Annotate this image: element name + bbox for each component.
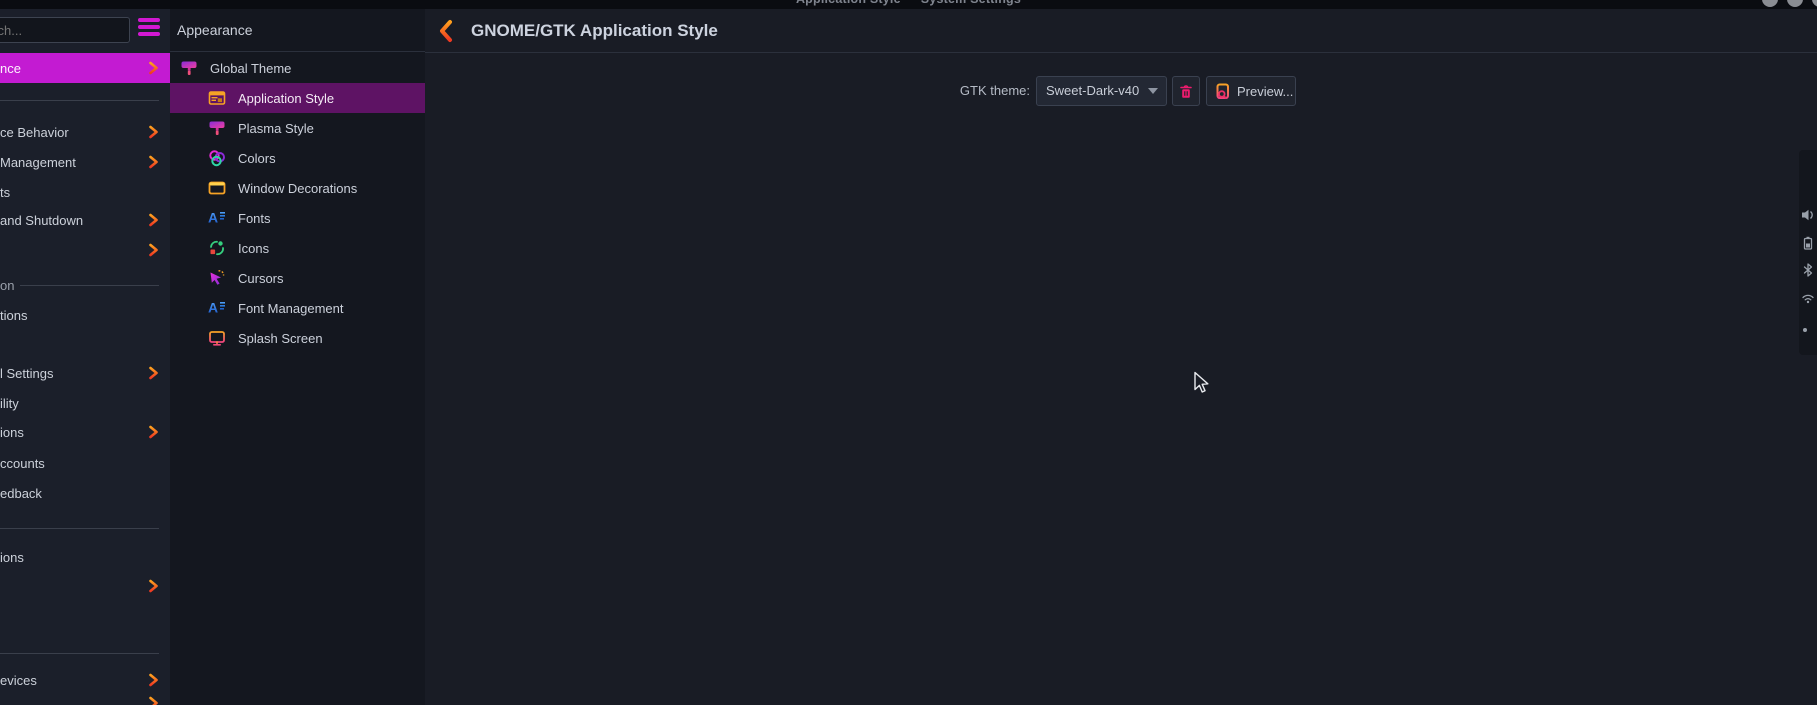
sidebar-item[interactable]: and Shutdown <box>0 206 170 234</box>
sidebar-item[interactable] <box>0 689 170 705</box>
chevron-right-icon <box>149 61 158 75</box>
sidebar-item[interactable]: tions <box>0 301 170 329</box>
sidebar-divider <box>0 653 159 654</box>
chevron-right-icon <box>149 243 158 257</box>
gtk-theme-label: GTK theme: <box>959 83 1030 98</box>
sidebar-item[interactable]: ility <box>0 389 170 417</box>
sidebar-item[interactable]: edback <box>0 479 170 507</box>
titlebar: Application Style — System Settings <box>0 0 1817 9</box>
battery-icon[interactable] <box>1801 236 1815 250</box>
preview-button-label: Preview... <box>1237 83 1294 99</box>
dropdown-caret-icon <box>1148 88 1158 94</box>
icon-theme-icon <box>210 240 224 256</box>
sidebar-item[interactable]: ce Behavior <box>0 118 170 146</box>
chevron-right-icon <box>149 366 158 380</box>
submenu-item-splash-screen[interactable]: Splash Screen <box>170 323 425 353</box>
gtk-theme-dropdown[interactable]: Sweet-Dark-v40 <box>1036 76 1167 106</box>
submenu-item-plasma-style[interactable]: Plasma Style <box>170 113 425 143</box>
gtk-theme-value: Sweet-Dark-v40 <box>1046 83 1140 98</box>
delete-theme-button[interactable] <box>1172 76 1200 106</box>
sidebar-section-header <box>0 90 170 110</box>
bluetooth-icon[interactable] <box>1801 263 1815 277</box>
sidebar-item[interactable]: ions <box>0 418 170 446</box>
sidebar-item[interactable]: ccounts <box>0 449 170 477</box>
chevron-right-icon <box>149 673 158 687</box>
app-window-icon <box>208 91 226 105</box>
chevron-right-icon <box>149 155 158 169</box>
svg-text:A: A <box>208 210 218 226</box>
main-header: GNOME/GTK Application Style <box>425 9 1817 53</box>
splash-screen-icon <box>209 331 225 346</box>
sidebar-item-appearance[interactable]: nce <box>0 53 170 83</box>
paint-roller-icon <box>181 61 197 75</box>
main-content: GNOME/GTK Application Style GTK theme: S… <box>425 9 1817 705</box>
volume-icon[interactable] <box>1801 208 1815 222</box>
chevron-right-icon <box>149 213 158 227</box>
preview-icon <box>1216 83 1229 99</box>
sidebar-item[interactable] <box>0 572 170 600</box>
appearance-submenu: Appearance Global Theme Application Styl… <box>170 9 426 705</box>
svg-text:A: A <box>208 300 218 316</box>
submenu-item-window-decorations[interactable]: Window Decorations <box>170 173 425 203</box>
colors-icon <box>209 150 225 167</box>
system-tray-panel <box>1799 150 1817 355</box>
chevron-right-icon <box>149 696 158 705</box>
submenu-item-global-theme[interactable]: Global Theme <box>170 53 425 83</box>
submenu-item-icons[interactable]: Icons <box>170 233 425 263</box>
sidebar-item[interactable]: l Settings <box>0 359 170 387</box>
font-management-icon: A <box>208 300 225 316</box>
sidebar-item[interactable]: Management <box>0 148 170 176</box>
cursors-icon <box>210 270 225 285</box>
back-icon <box>440 20 452 42</box>
sidebar-divider <box>0 528 159 529</box>
submenu-item-fonts[interactable]: A Fonts <box>170 203 425 233</box>
sidebar-item[interactable]: ions <box>0 543 170 571</box>
window-title: Application Style — System Settings <box>0 0 1817 8</box>
search-input[interactable] <box>0 17 130 43</box>
window-decorations-icon <box>208 181 226 195</box>
submenu-item-font-management[interactable]: A Font Management <box>170 293 425 323</box>
submenu-item-colors[interactable]: Colors <box>170 143 425 173</box>
page-title: GNOME/GTK Application Style <box>471 21 718 40</box>
wifi-icon[interactable] <box>1801 290 1815 304</box>
submenu-header: Appearance <box>170 9 425 52</box>
preview-button[interactable]: Preview... <box>1206 76 1296 106</box>
submenu-item-application-style[interactable]: Application Style <box>170 83 425 113</box>
trash-icon <box>1180 84 1192 98</box>
submenu-item-cursors[interactable]: Cursors <box>170 263 425 293</box>
sidebar-section-header: on <box>0 275 170 295</box>
chevron-right-icon <box>149 125 158 139</box>
sidebar-item[interactable]: ts <box>0 178 170 206</box>
panel-hide-dot[interactable] <box>1801 326 1809 334</box>
back-button[interactable] <box>435 19 457 43</box>
hamburger-menu-button[interactable] <box>138 18 160 38</box>
hamburger-icon <box>138 18 160 22</box>
fonts-icon: A <box>208 210 225 226</box>
paint-roller-icon <box>209 121 225 135</box>
chevron-right-icon <box>149 579 158 593</box>
chevron-right-icon <box>149 425 158 439</box>
sidebar: nce ce Behavior Management ts and Shutdo… <box>0 9 171 705</box>
sidebar-item[interactable] <box>0 236 170 264</box>
